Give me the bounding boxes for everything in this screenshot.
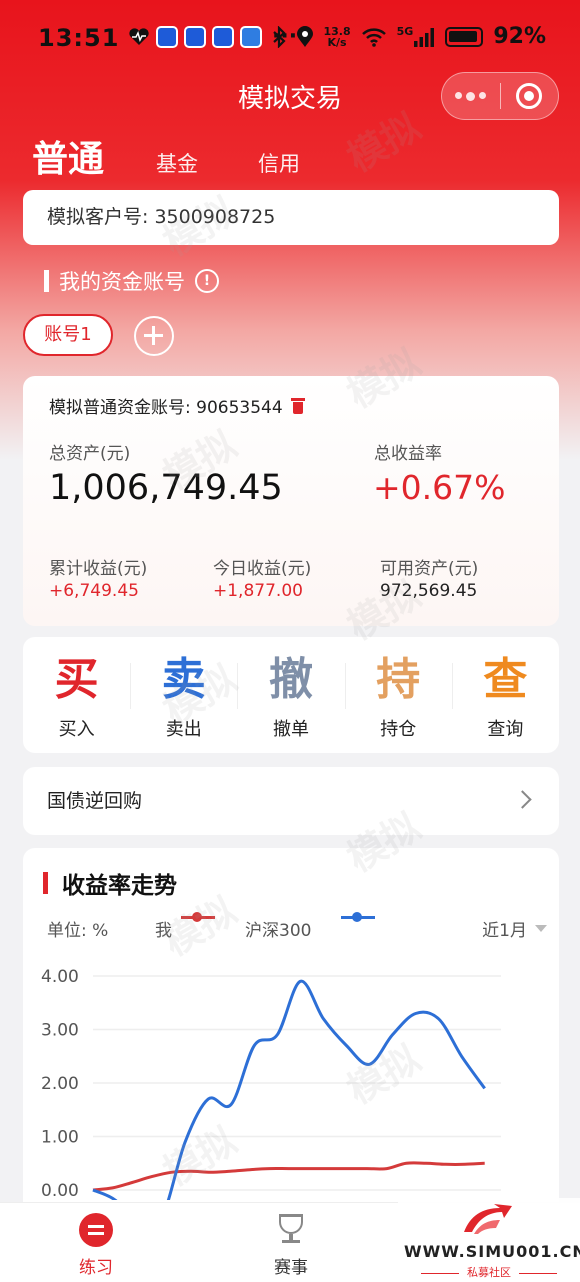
cumulative-profit-value: +6,749.45 xyxy=(49,581,139,601)
series-line-me xyxy=(92,1161,485,1192)
period-label: 近1月 xyxy=(482,921,527,941)
total-assets-value: 1,006,749.45 xyxy=(49,468,283,508)
asset-card: 模拟普通资金账号: 90653544 总资产(元) 1,006,749.45 总… xyxy=(23,376,559,626)
client-number-box: 模拟客户号: 3500908725 xyxy=(23,190,559,245)
net-speed-value: 13.8 xyxy=(323,24,351,38)
chart-title: 收益率走势 xyxy=(62,873,177,899)
y-tick-label: 2.00 xyxy=(41,1074,79,1094)
simu-logo-icon xyxy=(464,1204,512,1234)
buy-button[interactable]: 买 买入 xyxy=(23,637,130,753)
sell-button[interactable]: 卖 卖出 xyxy=(130,637,237,753)
total-assets-label: 总资产(元) xyxy=(49,444,131,464)
heart-pulse-icon xyxy=(129,27,149,45)
more-menu-button[interactable] xyxy=(442,91,500,101)
status-right: 13.8 K/s 5G 92% xyxy=(272,24,546,49)
fund-account-number: 模拟普通资金账号: 90653544 xyxy=(49,393,305,418)
simu-watermark-logo: WWW.SIMU001.CN 私募社区 xyxy=(398,1198,580,1282)
sell-icon: 卖 xyxy=(161,654,206,705)
legend-csi300-label: 沪深300 xyxy=(245,921,312,941)
total-return-label: 总收益率 xyxy=(374,444,442,464)
app-notification-icon xyxy=(212,25,234,48)
buy-label: 买入 xyxy=(58,719,95,740)
add-account-button[interactable] xyxy=(134,316,174,356)
y-tick-label: 3.00 xyxy=(41,1021,79,1041)
legend-csi300-swatch xyxy=(341,912,375,922)
query-button[interactable]: 查 查询 xyxy=(451,637,559,753)
mini-program-capsule xyxy=(441,72,559,120)
sell-label: 卖出 xyxy=(165,719,202,740)
status-bar: 13:51 ··· 13.8 K/s 5G 92% xyxy=(0,0,580,72)
client-number: 模拟客户号: 3500908725 xyxy=(47,206,276,228)
buy-icon: 买 xyxy=(54,654,99,705)
chart-header: 收益率走势 xyxy=(43,866,177,900)
info-icon[interactable]: ! xyxy=(195,269,219,293)
return-chart: 4.00 3.00 2.00 1.00 0.00 xyxy=(41,967,501,1201)
exchange-icon xyxy=(79,1213,113,1247)
fund-account-header: 我的资金账号 ! xyxy=(44,266,219,296)
chevron-right-icon xyxy=(513,790,532,809)
cancel-order-button[interactable]: 撤 撤单 xyxy=(237,637,344,753)
nav-practice-label: 练习 xyxy=(79,1258,113,1278)
positions-icon: 持 xyxy=(376,654,421,705)
location-icon xyxy=(296,25,313,47)
unit-label: 单位: % xyxy=(47,921,109,941)
nav-practice[interactable]: 练习 xyxy=(26,1203,166,1278)
nav-contest-label: 赛事 xyxy=(274,1258,308,1278)
section-title: 我的资金账号 xyxy=(59,270,185,294)
positions-button[interactable]: 持 持仓 xyxy=(344,637,452,753)
available-assets-label: 可用资产(元) xyxy=(380,559,479,579)
signal-indicator: 5G xyxy=(397,26,436,47)
simu-community-text: 私募社区 xyxy=(398,1264,580,1280)
legend-me-swatch xyxy=(181,912,215,922)
return-trend-card: 收益率走势 单位: % 我 沪深300 近1月 4.00 3.00 2.00 1.00… xyxy=(23,848,559,1228)
wifi-icon xyxy=(361,27,386,47)
target-icon xyxy=(516,83,543,109)
clock: 13:51 xyxy=(38,24,120,52)
simu-site-text: WWW.SIMU001.CN xyxy=(404,1242,580,1261)
period-selector[interactable]: 近1月 xyxy=(482,916,547,941)
app-notification-icon xyxy=(240,25,262,48)
battery-level: 92% xyxy=(493,24,546,49)
cumulative-profit-label: 累计收益(元) xyxy=(49,559,148,579)
bluetooth-icon xyxy=(272,25,286,48)
account-tab-1[interactable]: 账号1 xyxy=(23,314,113,356)
cancel-order-icon: 撤 xyxy=(269,654,313,705)
query-label: 查询 xyxy=(487,719,524,740)
fund-account-label: 模拟普通资金账号: 90653544 xyxy=(49,398,283,418)
tab-credit[interactable]: 信用 xyxy=(258,148,300,178)
battery-icon xyxy=(445,26,484,47)
account-type-tabs: 普通 基金 信用 xyxy=(32,130,360,182)
legend-me-label: 我 xyxy=(155,921,172,941)
trophy-icon xyxy=(274,1212,308,1246)
nav-contest[interactable]: 赛事 xyxy=(221,1203,361,1278)
close-mini-program-button[interactable] xyxy=(500,83,558,109)
query-icon: 查 xyxy=(483,654,528,705)
repo-label: 国债逆回购 xyxy=(47,790,143,812)
series-line-csi300 xyxy=(92,979,486,1200)
section-bar xyxy=(43,872,48,894)
tab-normal[interactable]: 普通 xyxy=(32,130,104,182)
trade-actions: 买 买入 卖 卖出 撤 撤单 持 持仓 查 查询 xyxy=(23,637,559,753)
total-return-value: +0.67% xyxy=(373,468,506,507)
network-type: 5G xyxy=(396,25,414,38)
app-notification-icon xyxy=(184,25,206,48)
section-bar xyxy=(44,270,49,292)
y-tick-label: 0.00 xyxy=(41,1181,79,1201)
signal-icon xyxy=(414,28,435,47)
tab-fund[interactable]: 基金 xyxy=(156,148,198,178)
positions-label: 持仓 xyxy=(380,719,417,740)
today-profit-label: 今日收益(元) xyxy=(213,559,312,579)
network-speed: 13.8 K/s xyxy=(324,26,351,48)
net-speed-unit: K/s xyxy=(327,35,347,49)
available-assets-value: 972,569.45 xyxy=(380,581,478,601)
y-tick-label: 4.00 xyxy=(41,967,79,987)
cancel-order-label: 撤单 xyxy=(273,719,309,740)
delete-icon[interactable] xyxy=(290,397,305,414)
today-profit-value: +1,877.00 xyxy=(213,581,303,601)
y-tick-label: 1.00 xyxy=(41,1128,79,1148)
treasury-reverse-repo[interactable]: 国债逆回购 xyxy=(23,767,559,835)
app-notification-icon xyxy=(156,25,178,48)
dropdown-arrow-icon xyxy=(535,925,547,932)
